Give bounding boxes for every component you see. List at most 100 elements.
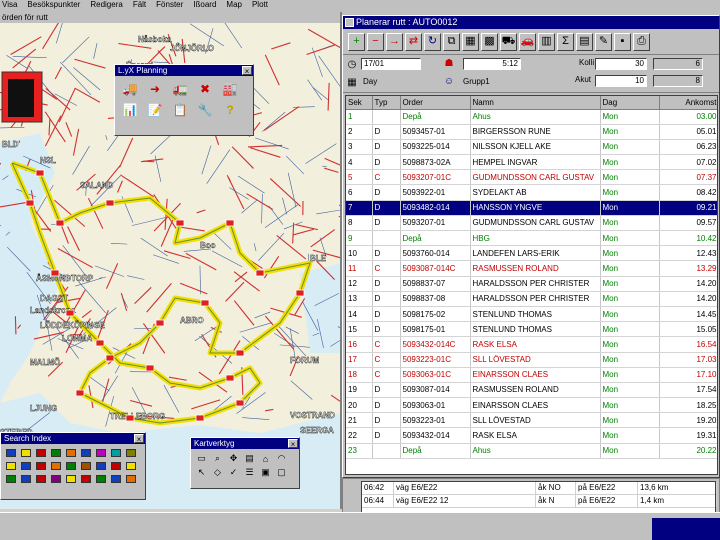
table-row[interactable]: 17 C 5093223-01C SLL LÖVESTAD Mon 17.03	[346, 352, 717, 368]
direction-log-list[interactable]: 06:42 väg E6/E22 åk NO på E6/E22 13,6 km 06:4…	[361, 481, 717, 513]
help-icon[interactable]: ?	[219, 101, 241, 119]
menu-item-1[interactable]: Besökspunkter	[27, 0, 80, 9]
map-tools-palette[interactable]: Kartverktyg × ▭ ⌕ ✥ ▤ ⌂ ◠ ↖ ◇ ✓ ☰ ▣ ▢	[190, 437, 300, 489]
search-category-icon[interactable]	[49, 473, 62, 484]
search-category-icon[interactable]	[49, 447, 62, 458]
menu-item-5[interactable]: Ißoard	[193, 0, 216, 9]
table-row[interactable]: 5 C 5093207-01C GUDMUNDSSON CARL GUSTAV Mon 0…	[346, 169, 717, 186]
refresh-icon[interactable]: ↻	[424, 32, 441, 51]
add-stop-icon[interactable]: +	[348, 32, 365, 51]
remove-stop-icon[interactable]: −	[367, 32, 384, 51]
stop-marker[interactable]	[175, 219, 185, 227]
search-category-icon[interactable]	[94, 447, 107, 458]
stop-marker[interactable]	[50, 269, 60, 277]
sum-icon[interactable]: Σ	[557, 32, 574, 51]
table-row[interactable]: 18 C 5093063-01C EINARSSON CLAES Mon 17.10	[346, 367, 717, 383]
table-row[interactable]: 6 D 5093922-01 SYDELAKT AB Mon 08.42	[346, 184, 717, 201]
menu-item-0[interactable]: Visa	[2, 0, 17, 9]
table-row[interactable]: 3 D 5093225-014 NILSSON KJELL AKE Mon 06.23	[346, 139, 717, 156]
stop-marker[interactable]	[75, 389, 85, 397]
col-header-ankomst[interactable]: Ankomst	[659, 96, 717, 110]
search-category-icon[interactable]	[34, 473, 47, 484]
map-view-icon[interactable]: ▩	[481, 32, 498, 51]
search-category-icon[interactable]	[49, 460, 62, 471]
edit-document-icon[interactable]: 📝	[144, 101, 166, 119]
stop-marker[interactable]	[200, 299, 210, 307]
search-category-icon[interactable]	[19, 460, 32, 471]
table-view-icon[interactable]: ▦	[462, 32, 479, 51]
table-row[interactable]: 7 D 5093482-014 HANSSON YNGVE Mon 09.21	[346, 200, 717, 216]
stop-table[interactable]: Sek Typ Order Namn Dag Ankomst 1 Depå Ahus…	[345, 95, 718, 475]
col-header-sek[interactable]: Sek	[346, 96, 373, 110]
search-category-icon[interactable]	[4, 473, 17, 484]
search-category-icon[interactable]	[79, 447, 92, 458]
stop-marker[interactable]	[145, 364, 155, 372]
planning-palette[interactable]: L.yX Planning × 🚚 ➜ 🚛 ✖ 🏭 📊 📝 📋 🔧 ?	[114, 64, 254, 136]
table-row[interactable]: 4 D 5098873-02A HEMPEL INGVAR Mon 07.02	[346, 154, 717, 171]
stop-marker[interactable]	[235, 399, 245, 407]
search-category-icon[interactable]	[124, 473, 137, 484]
table-row[interactable]: 23 Depå Ahus Mon 20.22	[346, 443, 717, 459]
search-category-icon[interactable]	[34, 460, 47, 471]
col-header-typ[interactable]: Typ	[372, 96, 401, 110]
tag-icon[interactable]: ◇	[211, 467, 224, 478]
report-icon[interactable]: 📊	[119, 101, 141, 119]
col-header-order[interactable]: Order	[400, 96, 471, 110]
search-category-icon[interactable]	[109, 460, 122, 471]
table-row[interactable]: 1 Depå Ahus Mon 03.00	[346, 109, 717, 125]
date-field[interactable]: 17/01	[361, 58, 421, 70]
edit-icon[interactable]: ✎	[595, 32, 612, 51]
stop-marker[interactable]	[105, 354, 115, 362]
search-category-icon[interactable]	[124, 447, 137, 458]
stop-marker[interactable]	[155, 319, 165, 327]
stop-marker[interactable]	[235, 349, 245, 357]
settings-tools-icon[interactable]: 🔧	[194, 101, 216, 119]
planning-palette-close-button[interactable]: ×	[242, 66, 252, 76]
move-stop-icon[interactable]: ➜	[144, 80, 166, 98]
table-row[interactable]: 12 D 5098837-07 HARALDSSON PER CHRISTER Mon 1…	[346, 276, 717, 292]
truck-icon[interactable]: 🚚	[119, 80, 141, 98]
table-row[interactable]: 21 D 5093223-01 SLL LÖVESTAD Mon 19.20	[346, 412, 717, 429]
menu-item-6[interactable]: Map	[226, 0, 242, 9]
pan-icon[interactable]: ✥	[227, 453, 240, 464]
search-category-icon[interactable]	[64, 447, 77, 458]
search-category-icon[interactable]	[94, 473, 107, 484]
truck-small-icon[interactable]: ⛟	[500, 32, 517, 51]
table-row[interactable]: 16 C 5093432-014C RASK ELSA Mon 16.54	[346, 336, 717, 353]
table-row[interactable]: 9 Depå HBG Mon 10.42	[346, 230, 717, 247]
menu-item-7[interactable]: Plott	[252, 0, 268, 9]
menu-item-4[interactable]: Fönster	[156, 0, 183, 9]
tower-icon[interactable]: ⌂	[259, 453, 272, 464]
search-category-icon[interactable]	[34, 447, 47, 458]
akut-field[interactable]: 10	[595, 75, 647, 87]
stop-marker[interactable]	[225, 219, 235, 227]
zoom-icon[interactable]: ⌕	[211, 453, 224, 464]
search-index-palette[interactable]: Search Index ×	[0, 432, 146, 500]
search-category-icon[interactable]	[64, 473, 77, 484]
vehicle-list-icon[interactable]: 🚛	[169, 80, 191, 98]
col-header-namn[interactable]: Namn	[470, 96, 601, 110]
table-row[interactable]: 20 D 5093063-01 EINARSSON CLAES Mon 18.25	[346, 397, 717, 414]
stop-marker[interactable]	[125, 414, 135, 422]
stop-marker[interactable]	[55, 219, 65, 227]
table-row[interactable]: 15 D 5098175-01 STENLUND THOMAS Mon 15.05	[346, 321, 717, 338]
monitor-icon[interactable]: ▭	[195, 453, 208, 464]
table-row[interactable]: 14 D 5098175-02 STENLUND THOMAS Mon 14.45	[346, 306, 717, 323]
calculator-icon[interactable]: ▥	[538, 32, 555, 51]
bus-icon[interactable]: ▤	[243, 453, 256, 464]
search-index-close-button[interactable]: ×	[134, 434, 144, 444]
list-icon[interactable]: 📋	[169, 101, 191, 119]
menu-item-3[interactable]: Fält	[133, 0, 146, 9]
depot-icon[interactable]: 🏭	[219, 80, 241, 98]
stop-marker[interactable]	[225, 374, 235, 382]
kolli-field[interactable]: 30	[595, 58, 647, 70]
square-icon[interactable]: ▢	[275, 467, 288, 478]
save-icon[interactable]: ▪	[614, 32, 631, 51]
print-icon[interactable]: ⎙	[633, 32, 650, 51]
stop-marker[interactable]	[25, 199, 35, 207]
search-category-icon[interactable]	[64, 460, 77, 471]
search-category-icon[interactable]	[4, 447, 17, 458]
document-icon[interactable]: ▤	[576, 32, 593, 51]
search-category-icon[interactable]	[79, 460, 92, 471]
search-category-icon[interactable]	[4, 460, 17, 471]
